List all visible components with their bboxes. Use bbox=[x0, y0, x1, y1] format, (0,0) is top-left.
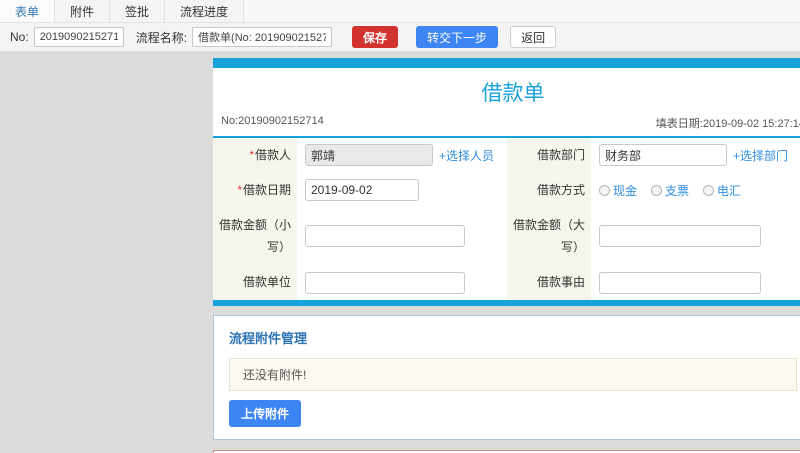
form-no-text: No:20190902152714 bbox=[221, 115, 324, 127]
method-cheque-radio[interactable]: 支票 bbox=[651, 182, 689, 199]
no-label: No: bbox=[10, 30, 29, 44]
tab-progress[interactable]: 流程进度 bbox=[165, 0, 245, 22]
method-wire-radio[interactable]: 电汇 bbox=[703, 182, 741, 199]
loan-date-input[interactable] bbox=[305, 179, 419, 202]
loan-reason-label: 借款事由 bbox=[507, 265, 591, 300]
department-label: 借款部门 bbox=[507, 138, 591, 173]
loan-unit-label: 借款单位 bbox=[213, 265, 297, 300]
department-input[interactable] bbox=[599, 144, 727, 167]
loan-method-label: 借款方式 bbox=[507, 172, 591, 208]
back-button[interactable]: 返回 bbox=[510, 26, 557, 48]
no-attachments-message: 还没有附件! bbox=[229, 357, 797, 391]
save-button[interactable]: 保存 bbox=[352, 26, 399, 48]
loan-method-cell: 现金 支票 电汇 bbox=[591, 172, 800, 208]
form-top-accent-bar bbox=[213, 58, 800, 68]
amount-uppercase-cell bbox=[591, 207, 800, 266]
loan-reason-input[interactable] bbox=[599, 271, 761, 294]
borrower-input[interactable] bbox=[305, 144, 433, 167]
loan-unit-cell bbox=[297, 265, 507, 300]
loan-form-table: *借款人 +选择人员 借款部门 +选择部门 *借款日期 bbox=[213, 138, 800, 300]
required-mark: * bbox=[237, 182, 242, 197]
radio-icon bbox=[703, 184, 715, 196]
tab-bar: 表单 附件 签批 流程进度 bbox=[0, 0, 800, 23]
form-subheader: No:20190902152714 填表日期:2019-09-02 15:27:… bbox=[213, 112, 800, 138]
method-cash-radio[interactable]: 现金 bbox=[599, 182, 637, 199]
attachments-title: 流程附件管理 bbox=[229, 330, 308, 346]
upload-attachment-button[interactable]: 上传附件 bbox=[229, 399, 302, 427]
tab-form[interactable]: 表单 bbox=[0, 0, 56, 22]
borrower-label: * 借款人 bbox=[213, 138, 297, 173]
required-mark: * bbox=[249, 148, 254, 162]
amount-uppercase-input[interactable] bbox=[599, 225, 761, 248]
loan-form-section: 借款单 No:20190902152714 填表日期:2019-09-02 15… bbox=[213, 58, 800, 306]
borrower-cell: +选择人员 bbox=[297, 138, 507, 173]
amount-lowercase-label: 借款金额（小写） bbox=[213, 207, 297, 266]
tab-approval[interactable]: 签批 bbox=[110, 0, 166, 22]
flow-name-input[interactable] bbox=[192, 27, 333, 47]
radio-icon bbox=[651, 184, 663, 196]
page-content: 借款单 No:20190902152714 填表日期:2019-09-02 15… bbox=[0, 52, 800, 453]
amount-lowercase-input[interactable] bbox=[305, 225, 465, 248]
amount-lowercase-cell bbox=[297, 207, 507, 266]
forward-next-step-button[interactable]: 转交下一步 bbox=[416, 26, 499, 48]
form-fill-date-text: 填表日期:2019-09-02 15:27:14 bbox=[655, 118, 800, 130]
select-department-link[interactable]: +选择部门 bbox=[733, 147, 788, 164]
radio-icon bbox=[599, 184, 610, 196]
loan-reason-cell bbox=[591, 265, 800, 300]
loan-date-label: * 借款日期 bbox=[213, 172, 297, 208]
flow-name-label: 流程名称: bbox=[135, 30, 188, 45]
amount-uppercase-label: 借款金额（大写） bbox=[507, 207, 591, 266]
select-person-link[interactable]: +选择人员 bbox=[439, 147, 494, 164]
department-cell: +选择部门 bbox=[591, 138, 800, 173]
attachments-section: 流程附件管理 还没有附件! 上传附件 bbox=[213, 314, 800, 440]
tab-attachments[interactable]: 附件 bbox=[55, 0, 111, 22]
loan-date-cell bbox=[297, 172, 507, 208]
no-input[interactable] bbox=[33, 27, 124, 47]
form-bottom-accent-bar bbox=[213, 299, 800, 306]
loan-unit-input[interactable] bbox=[305, 271, 465, 294]
form-title: 借款单 bbox=[481, 82, 545, 105]
action-toolbar: No: 流程名称: 保存 转交下一步 返回 bbox=[0, 23, 800, 52]
